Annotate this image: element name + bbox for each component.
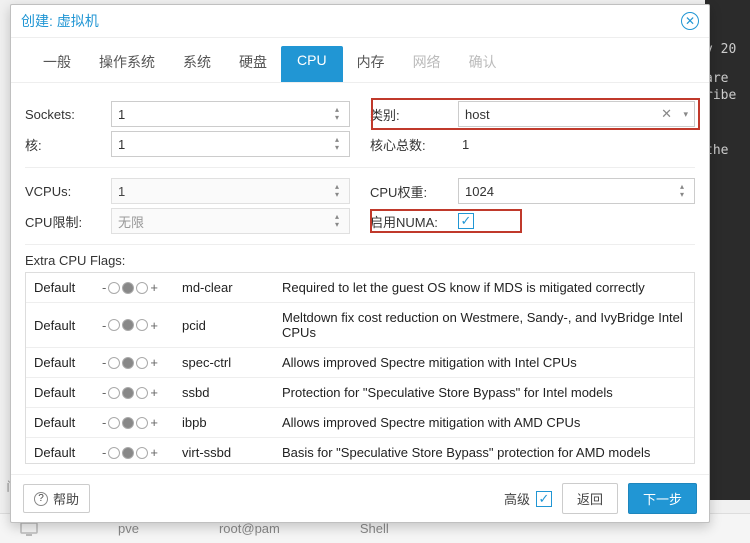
tab-7: 确认 <box>455 46 511 82</box>
sockets-input[interactable]: 1 ▴▾ <box>111 101 350 127</box>
cpu-limit-label: CPU限制: <box>25 212 111 231</box>
tab-4[interactable]: CPU <box>281 46 343 82</box>
modal-footer: ? 帮助 高级 ✓ 返回 下一步 <box>11 474 709 522</box>
flags-title: Extra CPU Flags: <box>25 253 695 268</box>
row-cpu-weight: CPU权重: 1024 ▴▾ <box>370 176 695 206</box>
flag-name: ssbd <box>182 385 274 400</box>
flag-default-label: Default <box>34 280 94 295</box>
cpu-type-select[interactable]: host ✕ ▾ <box>458 101 695 127</box>
flag-desc: Required to let the guest OS know if MDS… <box>282 280 686 295</box>
status-session: Shell <box>360 521 389 536</box>
flag-row: Default - + ssbd Protection for "Speculativ… <box>26 378 694 408</box>
flag-desc: Protection for "Speculative Store Bypass… <box>282 385 686 400</box>
flag-tristate-toggle[interactable]: - + <box>102 385 174 400</box>
flag-name: ibpb <box>182 415 274 430</box>
row-numa: 启用NUMA: ✓ <box>370 206 695 236</box>
cores-input[interactable]: 1 ▴▾ <box>111 131 350 157</box>
flag-tristate-toggle[interactable]: - + <box>102 415 174 430</box>
sockets-label: Sockets: <box>25 107 111 122</box>
tab-1[interactable]: 操作系统 <box>85 46 169 82</box>
numa-checkbox[interactable]: ✓ <box>458 213 474 229</box>
total-cores-value: 1 <box>458 131 695 157</box>
help-button[interactable]: ? 帮助 <box>23 484 90 513</box>
vcpus-input[interactable]: 1 ▴▾ <box>111 178 350 204</box>
modal-title: 创建: 虚拟机 <box>21 11 99 31</box>
close-icon[interactable]: ✕ <box>681 12 699 30</box>
advanced-toggle[interactable]: 高级 ✓ <box>504 489 552 508</box>
spinner-caret-icon[interactable]: ▴▾ <box>335 209 345 233</box>
flag-tristate-toggle[interactable]: - + <box>102 445 174 460</box>
flag-name: virt-ssbd <box>182 445 274 460</box>
flag-desc: Allows improved Spectre mitigation with … <box>282 415 686 430</box>
row-sockets: Sockets: 1 ▴▾ <box>25 99 350 129</box>
tab-0[interactable]: 一般 <box>29 46 85 82</box>
status-node: pve <box>118 521 139 536</box>
flag-tristate-toggle[interactable]: - + <box>102 280 174 295</box>
tab-2[interactable]: 系统 <box>169 46 225 82</box>
cores-label: 核: <box>25 135 111 154</box>
tab-5[interactable]: 内存 <box>343 46 399 82</box>
chevron-down-icon[interactable]: ▾ <box>683 109 688 120</box>
help-icon: ? <box>34 492 48 506</box>
tab-3[interactable]: 硬盘 <box>225 46 281 82</box>
status-user: root@pam <box>219 521 280 536</box>
spinner-caret-icon[interactable]: ▴▾ <box>335 179 345 203</box>
flag-name: pcid <box>182 318 274 333</box>
back-button[interactable]: 返回 <box>562 483 618 514</box>
monitor-icon <box>20 522 38 536</box>
vcpus-label: VCPUs: <box>25 184 111 199</box>
row-vcpus: VCPUs: 1 ▴▾ <box>25 176 350 206</box>
total-cores-label: 核心总数: <box>370 135 458 154</box>
flag-row: Default - + ibpb Allows improved Spectre mi… <box>26 408 694 438</box>
flag-tristate-toggle[interactable]: - + <box>102 318 174 333</box>
next-button[interactable]: 下一步 <box>628 483 697 514</box>
numa-label: 启用NUMA: <box>370 212 458 231</box>
background-terminal: v 20 are ribe the <box>705 0 750 500</box>
spinner-caret-icon[interactable]: ▴▾ <box>335 132 345 156</box>
flag-desc: Basis for "Speculative Store Bypass" pro… <box>282 445 686 460</box>
row-cores: 核: 1 ▴▾ <box>25 129 350 159</box>
flag-default-label: Default <box>34 318 94 333</box>
flag-row: Default - + md-clear Required to let the gu… <box>26 273 694 303</box>
row-total-cores: 核心总数: 1 <box>370 129 695 159</box>
spinner-caret-icon[interactable]: ▴▾ <box>335 102 345 126</box>
modal-header: 创建: 虚拟机 ✕ <box>11 5 709 38</box>
flag-name: md-clear <box>182 280 274 295</box>
row-cpu-type: 类别: host ✕ ▾ <box>370 99 695 129</box>
flag-default-label: Default <box>34 355 94 370</box>
cpu-type-label: 类别: <box>370 105 458 124</box>
flag-default-label: Default <box>34 415 94 430</box>
flag-tristate-toggle[interactable]: - + <box>102 355 174 370</box>
tab-6: 网络 <box>399 46 455 82</box>
advanced-checkbox[interactable]: ✓ <box>536 491 552 507</box>
cpu-weight-label: CPU权重: <box>370 182 458 201</box>
flag-desc: Meltdown fix cost reduction on Westmere,… <box>282 310 686 340</box>
spinner-caret-icon[interactable]: ▴▾ <box>680 179 690 203</box>
modal-tabs: 一般操作系统系统硬盘CPU内存网络确认 <box>11 38 709 83</box>
flag-desc: Allows improved Spectre mitigation with … <box>282 355 686 370</box>
flag-name: spec-ctrl <box>182 355 274 370</box>
row-cpu-limit: CPU限制: 无限 ▴▾ <box>25 206 350 236</box>
flag-row: Default - + spec-ctrl Allows improved Spect… <box>26 348 694 378</box>
flag-default-label: Default <box>34 385 94 400</box>
flags-table[interactable]: Default - + md-clear Required to let the gu… <box>25 272 695 464</box>
create-vm-modal: 创建: 虚拟机 ✕ 一般操作系统系统硬盘CPU内存网络确认 Sockets: 1… <box>10 4 710 523</box>
clear-icon[interactable]: ✕ <box>661 106 672 122</box>
flag-default-label: Default <box>34 445 94 460</box>
flag-row: Default - + pcid Meltdown fix cost reductio… <box>26 303 694 348</box>
cpu-weight-input[interactable]: 1024 ▴▾ <box>458 178 695 204</box>
flag-row: Default - + virt-ssbd Basis for "Speculativ… <box>26 438 694 464</box>
cpu-limit-input[interactable]: 无限 ▴▾ <box>111 208 350 234</box>
modal-body: Sockets: 1 ▴▾ 核: 1 ▴▾ 类别: <box>11 83 709 474</box>
